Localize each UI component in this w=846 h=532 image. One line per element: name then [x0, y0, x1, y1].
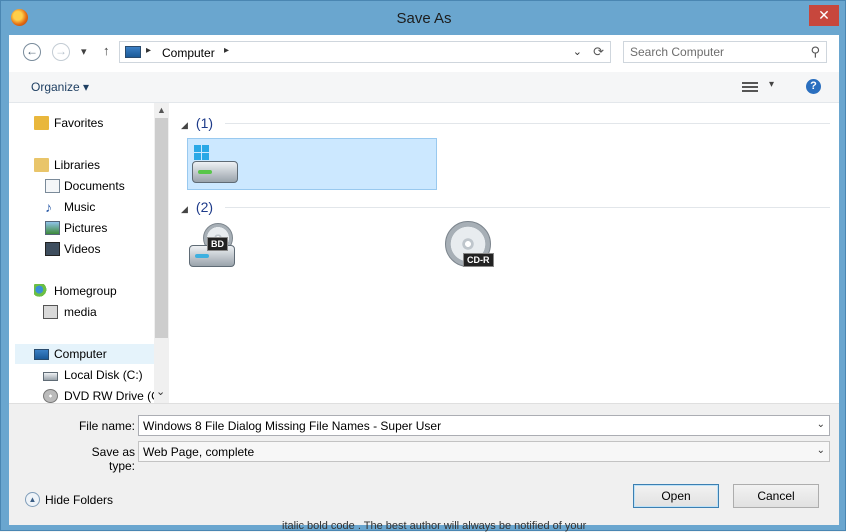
recent-locations-dropdown[interactable]: ▾	[81, 45, 87, 58]
hard-drive-icon	[192, 161, 238, 183]
dialog-title: Save As	[396, 10, 452, 27]
address-bar[interactable]: ▸ Computer ▸ ⌄ ⟳	[119, 41, 611, 63]
sidebar-item-label: Computer	[54, 347, 107, 361]
windows-logo-icon	[194, 145, 210, 161]
sidebar-item-label: DVD RW Drive (G	[64, 389, 161, 403]
back-button[interactable]: ←	[23, 43, 41, 61]
sidebar-item-label: Libraries	[54, 158, 101, 172]
videos-icon	[45, 242, 60, 256]
save-type-select[interactable]: Web Page, complete ⌄	[138, 441, 830, 462]
sidebar-item-label: Documents	[64, 179, 125, 193]
search-input[interactable]	[630, 45, 800, 59]
search-icon[interactable]: ⚲	[810, 44, 820, 60]
sidebar-item-label: Homegroup	[54, 284, 117, 298]
sidebar-item-videos[interactable]: Videos	[9, 239, 154, 259]
computer-icon	[34, 349, 49, 360]
up-button[interactable]: ↑	[103, 43, 110, 58]
breadcrumb-separator[interactable]: ▸	[224, 45, 229, 56]
bd-label: BD	[207, 237, 228, 251]
sidebar-item-libraries[interactable]: Libraries	[9, 155, 154, 175]
refresh-icon[interactable]: ⟳	[593, 44, 604, 60]
homegroup-icon	[34, 284, 49, 298]
save-type-label: Save as type:	[91, 445, 135, 473]
breadcrumb-separator[interactable]: ▸	[146, 45, 151, 56]
breadcrumb-computer[interactable]: Computer	[162, 46, 215, 60]
music-icon: ♪	[45, 199, 52, 215]
close-button[interactable]: ✕	[809, 5, 839, 26]
help-icon[interactable]: ?	[806, 79, 821, 94]
sidebar-item-label: media	[64, 305, 97, 319]
open-button[interactable]: Open	[633, 484, 719, 508]
collapse-icon: ◢	[181, 204, 188, 214]
dialog-body: ← → ▾ ↑ ▸ Computer ▸ ⌄ ⟳ ⚲ Organize ▾ ▾ …	[9, 35, 839, 525]
group-header-2[interactable]: ◢ (2)	[181, 199, 213, 215]
group-divider	[225, 123, 830, 124]
local-disk-icon	[43, 372, 58, 381]
sidebar-item-music[interactable]: ♪ Music	[9, 197, 154, 217]
dialog-frame: Save As ✕ ← → ▾ ↑ ▸ Computer ▸ ⌄ ⟳ ⚲ Or	[0, 0, 846, 531]
group-header-1[interactable]: ◢ (1)	[181, 115, 213, 131]
command-bar: Organize ▾ ▾ ?	[9, 72, 839, 103]
group-divider	[225, 207, 830, 208]
sidebar-item-local-disk[interactable]: Local Disk (C:)	[9, 365, 154, 385]
view-options-dropdown[interactable]: ▾	[769, 79, 774, 90]
hide-folders-label: Hide Folders	[45, 493, 114, 507]
save-type-value: Web Page, complete	[143, 445, 255, 459]
view-options-icon[interactable]	[742, 80, 758, 92]
documents-icon	[45, 179, 60, 193]
file-name-label: File name:	[78, 419, 135, 433]
background-page-text: italic bold code . The best author will …	[282, 520, 587, 532]
drive-tile-local-disk[interactable]	[187, 138, 437, 190]
search-box[interactable]: ⚲	[623, 41, 827, 63]
file-name-value[interactable]: Windows 8 File Dialog Missing File Names…	[143, 419, 441, 433]
sidebar-item-favorites[interactable]: Favorites	[9, 113, 154, 133]
sidebar-item-label: Favorites	[54, 116, 104, 130]
sidebar-item-dvd-drive[interactable]: DVD RW Drive (G	[9, 386, 160, 403]
sidebar-item-homegroup[interactable]: Homegroup	[9, 281, 154, 301]
scrollbar-thumb[interactable]	[155, 118, 168, 338]
group-label: (2)	[195, 199, 214, 215]
save-type-dropdown[interactable]: ⌄	[817, 445, 825, 456]
sidebar-item-label: Music	[64, 200, 96, 214]
drive-tile-cdr[interactable]: CD-R	[445, 221, 695, 277]
dvd-drive-icon	[43, 389, 58, 403]
sidebar-item-label: Pictures	[64, 221, 108, 235]
sidebar-item-computer[interactable]: Computer	[15, 344, 154, 364]
collapse-icon: ◢	[181, 120, 188, 130]
sidebar-item-label: Videos	[64, 242, 101, 256]
sidebar-item-media[interactable]: media	[9, 302, 154, 322]
cdr-label: CD-R	[463, 253, 494, 267]
scroll-down-button[interactable]: ⌄	[156, 385, 165, 398]
organize-menu[interactable]: Organize ▾	[31, 80, 89, 94]
file-name-dropdown[interactable]: ⌄	[817, 419, 825, 430]
title-bar[interactable]: Save As ✕	[1, 1, 846, 35]
user-icon	[43, 305, 58, 319]
scroll-up-button[interactable]: ▲	[157, 105, 166, 115]
sidebar-item-pictures[interactable]: Pictures	[9, 218, 154, 238]
pictures-icon	[45, 221, 60, 235]
file-name-field[interactable]: Windows 8 File Dialog Missing File Names…	[138, 415, 830, 436]
navigation-pane: Favorites Libraries Documents ♪ Music Pi…	[9, 103, 169, 403]
sidebar-item-label: Local Disk (C:)	[64, 368, 143, 382]
cancel-button[interactable]: Cancel	[733, 484, 819, 508]
sidebar-scrollbar[interactable]: ▲	[154, 103, 169, 403]
navigation-bar: ← → ▾ ↑ ▸ Computer ▸ ⌄ ⟳ ⚲	[9, 35, 839, 71]
drive-tile-bd[interactable]: BD	[189, 223, 439, 275]
star-folder-icon	[34, 116, 49, 130]
forward-button[interactable]: →	[52, 43, 70, 61]
libraries-icon	[34, 158, 49, 172]
file-list: ◢ (1) ◢ (2) BD CD-R	[171, 103, 839, 403]
collapse-up-icon: ▲	[25, 492, 40, 507]
sidebar-item-documents[interactable]: Documents	[9, 176, 154, 196]
save-form: File name: Windows 8 File Dialog Missing…	[9, 403, 839, 525]
computer-icon	[125, 46, 141, 58]
address-dropdown-button[interactable]: ⌄	[573, 45, 582, 58]
group-label: (1)	[195, 115, 214, 131]
